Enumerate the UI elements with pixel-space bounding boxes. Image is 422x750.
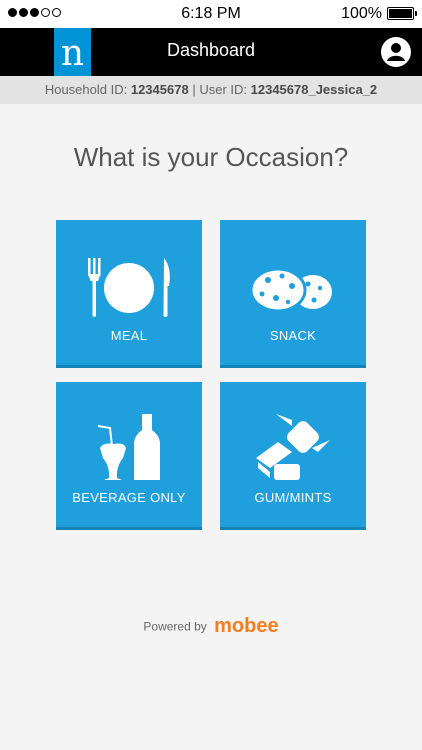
candy-icon <box>256 414 330 480</box>
mobee-logo: mobee <box>214 615 279 637</box>
beverage-only-button[interactable]: BEVERAGE ONLY <box>56 382 202 530</box>
user-id-value: 12345678_Jessica_2 <box>250 82 378 97</box>
id-separator: | <box>192 82 196 97</box>
beverage-only-label: BEVERAGE ONLY <box>72 490 186 505</box>
meal-icon <box>88 258 170 317</box>
household-id-label: Household ID: <box>44 82 128 97</box>
meal-button[interactable]: MEAL <box>56 220 202 368</box>
battery-percent: 100% <box>341 5 382 22</box>
gum-mints-button[interactable]: GUM/MINTS <box>220 382 366 530</box>
beverage-icon <box>97 414 160 480</box>
household-id-value: 12345678 <box>130 82 189 97</box>
battery-icon <box>387 7 417 20</box>
snack-button[interactable]: SNACK <box>220 220 366 368</box>
nav-bar: n Dashboard <box>0 28 422 76</box>
cookies-icon <box>249 267 332 313</box>
occasion-question: What is your Occasion? <box>73 142 349 172</box>
id-bar: Household ID: 12345678 | User ID: 123456… <box>0 76 422 104</box>
gum-mints-label: GUM/MINTS <box>254 490 332 505</box>
status-bar: 6:18 PM 100% <box>0 0 422 28</box>
powered-by-text: Powered by <box>143 619 207 634</box>
snack-label: SNACK <box>269 328 317 343</box>
meal-label: MEAL <box>110 328 148 343</box>
user-id-label: User ID: <box>199 82 247 97</box>
user-circle-icon[interactable] <box>380 36 412 68</box>
page-title: Dashboard <box>166 40 256 60</box>
powered-by: Powered by mobee <box>0 615 422 638</box>
